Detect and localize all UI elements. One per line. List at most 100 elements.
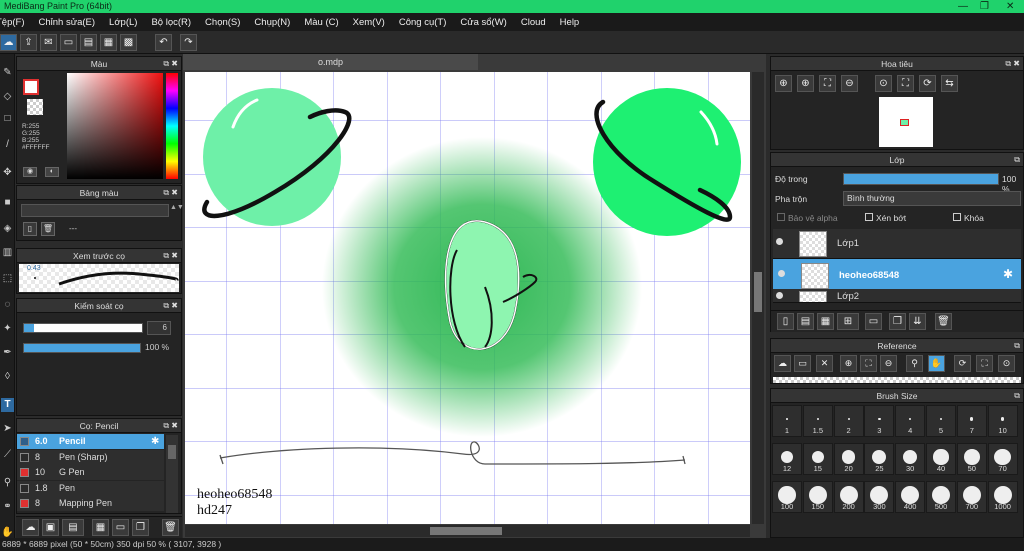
brush-item[interactable]: 10 G Pen (17, 465, 164, 480)
menu-filter[interactable]: Bộ lọc(R) (151, 17, 191, 28)
chat-icon[interactable]: ▭ (60, 34, 77, 51)
delete-palette-icon[interactable]: 🗑 (41, 222, 55, 236)
brush-size-option[interactable]: 30 (895, 443, 926, 475)
cloud-brush-icon[interactable]: ☁ (22, 519, 39, 536)
menu-select[interactable]: Chọn(S) (205, 17, 240, 28)
brush-item[interactable]: 1.8 Pen (17, 480, 164, 496)
brush-size-option[interactable]: 700 (956, 481, 987, 513)
zoom-out-icon[interactable]: ⊖ (841, 75, 858, 92)
menu-layer[interactable]: Lớp(L) (109, 17, 137, 28)
magic-wand-icon[interactable]: ✦ (1, 322, 14, 336)
actual-size-icon[interactable]: ⊙ (875, 75, 892, 92)
brush-size-option[interactable]: 150 (802, 481, 833, 513)
vertical-scroll-thumb[interactable] (754, 272, 762, 312)
eyedropper-icon[interactable]: ⚲ (1, 476, 14, 490)
brush-size-option[interactable]: 10 (987, 405, 1018, 437)
layer-row[interactable]: Lớp2 (773, 289, 1021, 303)
horizontal-scrollbar[interactable] (185, 525, 750, 537)
ref-fit-icon[interactable]: ⛶ (860, 355, 877, 372)
brush-size-slider[interactable] (23, 323, 143, 333)
ref-zoom-in-icon[interactable]: ⊕ (840, 355, 857, 372)
brush-size-option[interactable]: 1.5 (802, 405, 833, 437)
brush-size-option[interactable]: 3 (864, 405, 895, 437)
square-tool-icon[interactable]: □ (1, 112, 14, 126)
delete-layer-icon[interactable]: 🗑 (935, 313, 952, 330)
new-halftone-layer-icon[interactable]: ▤ (797, 313, 814, 330)
palette-arrows-icon[interactable]: ▲▼ (170, 204, 184, 211)
layer-opacity-slider[interactable] (843, 173, 999, 185)
document-icon[interactable]: ▦ (100, 34, 117, 51)
lock-checkbox[interactable] (953, 213, 961, 221)
new-layer-icon[interactable]: ▯ (777, 313, 794, 330)
duplicate-layer-icon[interactable]: ❐ (889, 313, 906, 330)
horizontal-scroll-thumb[interactable] (430, 527, 502, 535)
canvas-paper[interactable]: heoheo68548 hd247 (185, 72, 750, 524)
redo-icon[interactable]: ↷ (180, 34, 197, 51)
lasso-tool-icon[interactable]: ◌ (1, 298, 14, 312)
panel-controls-icon[interactable]: ⧉ ✖ (163, 57, 178, 71)
panel-controls-icon[interactable]: ⧉ ✖ (163, 299, 178, 313)
panel-controls-icon[interactable]: ⧉ (1014, 153, 1020, 167)
foreground-color-swatch[interactable] (23, 79, 39, 95)
eraser-tool-icon[interactable]: ◇ (1, 90, 14, 104)
zoom-in-icon[interactable]: ⊕ (797, 75, 814, 92)
document-tab[interactable]: o.mdp (183, 54, 478, 70)
brush-size-option[interactable]: 500 (926, 481, 956, 513)
protect-alpha-checkbox[interactable] (777, 213, 785, 221)
flip-icon[interactable]: ⇆ (941, 75, 958, 92)
cloud-icon[interactable]: ☁ (0, 34, 17, 51)
operation-tool-icon[interactable]: ➤ (1, 422, 14, 436)
brush-size-option[interactable]: 12 (772, 443, 802, 475)
menu-view[interactable]: Xem(V) (353, 17, 385, 28)
color-mode-icon[interactable]: ◉ (23, 167, 37, 177)
zoom-in-nav-icon[interactable]: ⊕ (775, 75, 792, 92)
brush-menu-icon[interactable]: ▤ (62, 519, 84, 536)
brush-size-value[interactable]: 6 (147, 321, 171, 335)
brush-item[interactable]: 6.0 Pencil ✱ (17, 434, 164, 449)
brush-size-option[interactable]: 2 (833, 405, 864, 437)
panel-controls-icon[interactable]: ⧉ ✖ (1005, 57, 1020, 71)
brush-size-option[interactable]: 4 (895, 405, 926, 437)
menu-window[interactable]: Cửa sổ(W) (460, 17, 506, 28)
add-brush-icon[interactable]: ▣ (42, 519, 59, 536)
menu-tools[interactable]: Công cụ(T) (399, 17, 447, 28)
select-eraser-icon[interactable]: ◊ (1, 370, 14, 384)
panel-controls-icon[interactable]: ⧉ (1014, 389, 1020, 403)
menu-capture[interactable]: Chụp(N) (254, 17, 290, 28)
brush-size-option[interactable]: 7 (956, 405, 987, 437)
pencil-tool-icon[interactable]: ✎ (1, 66, 14, 80)
brush-list-scrollbar[interactable] (166, 435, 178, 513)
brush-size-option[interactable]: 100 (772, 481, 802, 513)
clipping-checkbox[interactable] (865, 213, 873, 221)
brush-item[interactable]: 8 Mapping Pen (17, 496, 164, 511)
panel-controls-icon[interactable]: ⧉ ✖ (163, 186, 178, 200)
saturation-value-picker[interactable] (67, 73, 163, 179)
menu-file[interactable]: Tệp(F) (0, 17, 25, 28)
ref-hand-icon[interactable]: ✋ (928, 355, 945, 372)
ref-flip-icon[interactable]: ⊙ (998, 355, 1015, 372)
grid-icon[interactable]: ▩ (120, 34, 137, 51)
new-8bit-layer-icon[interactable]: ▦ (817, 313, 834, 330)
brush-tool-icon[interactable]: / (1, 138, 14, 152)
select-pen-icon[interactable]: ✒ (1, 346, 14, 360)
maximize-icon[interactable]: ❐ (980, 0, 989, 13)
open-ref-icon[interactable]: ▭ (794, 355, 811, 372)
brush-settings-gear-icon[interactable]: ✱ (151, 434, 159, 449)
panel-controls-icon[interactable]: ⧉ ✖ (163, 249, 178, 263)
fit-icon[interactable]: ⛶ (819, 75, 836, 92)
color-swap-icon[interactable]: ◐ (45, 167, 59, 177)
close-icon[interactable]: ✕ (1006, 0, 1014, 13)
blend-mode-select[interactable]: Bình thường (843, 191, 1021, 206)
hue-slider[interactable] (166, 73, 178, 179)
brush-folder-icon[interactable]: ▭ (112, 519, 129, 536)
ref-rotate-icon[interactable]: ⟳ (954, 355, 971, 372)
ref-zoom-out-icon[interactable]: ⊖ (880, 355, 897, 372)
brush-copy-icon[interactable]: ❐ (132, 519, 149, 536)
add-layer-menu-icon[interactable]: ⊞ (837, 313, 859, 330)
layer-visibility-icon[interactable] (776, 292, 783, 299)
text-tool-icon[interactable]: T (1, 398, 14, 412)
close-ref-icon[interactable]: ✕ (816, 355, 833, 372)
brush-size-option[interactable]: 70 (987, 443, 1018, 475)
brush-size-option[interactable]: 400 (895, 481, 926, 513)
layer-folder-icon[interactable]: ▭ (865, 313, 882, 330)
